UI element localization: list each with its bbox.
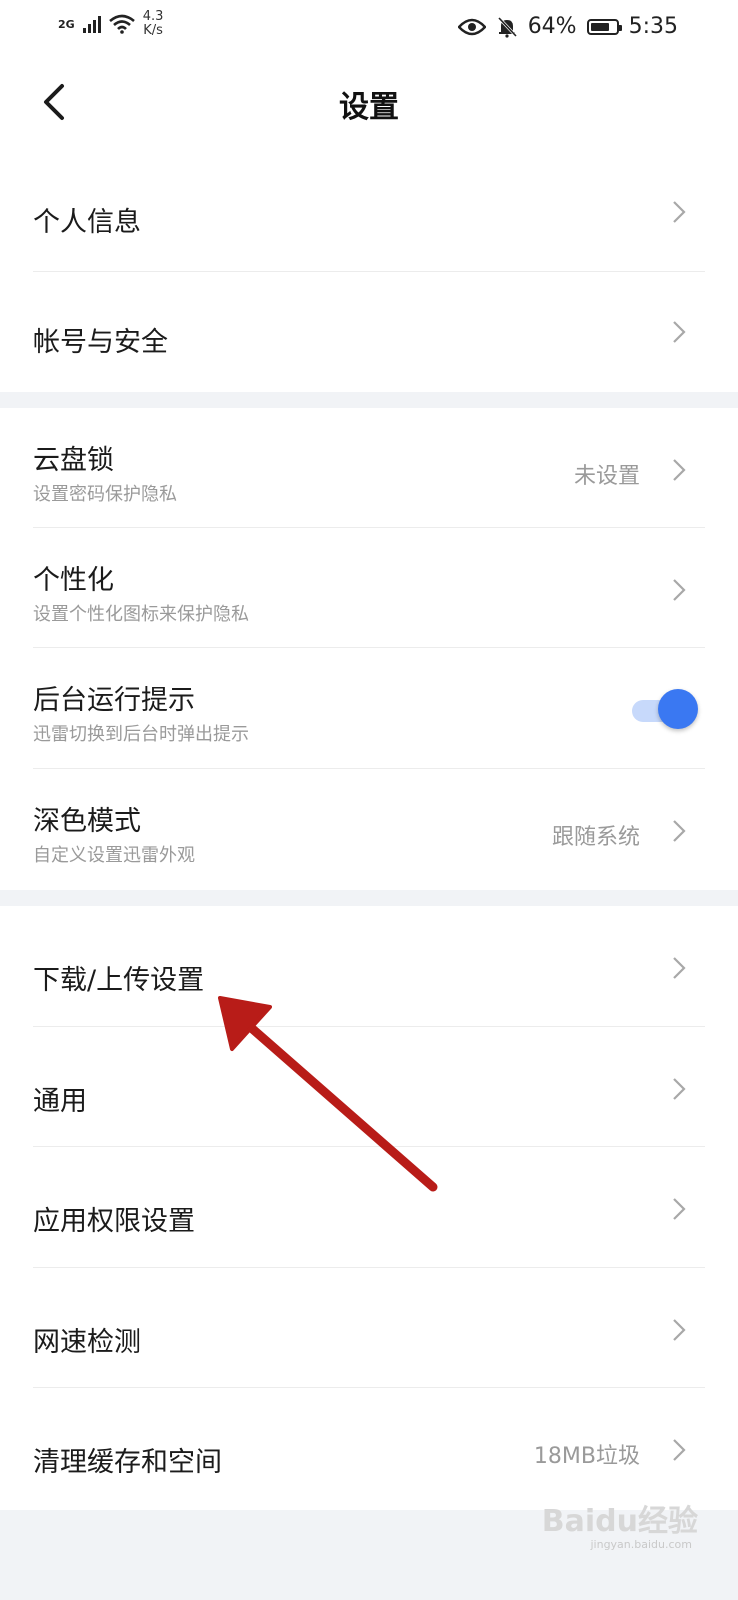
network-speed: 4.3 K/s [143,10,164,38]
row-label: 个性化 [33,565,114,596]
chevron-right-icon [673,957,686,979]
chevron-right-icon [673,1078,686,1100]
background-tip-toggle[interactable] [632,689,698,729]
settings-row-account-security[interactable]: 帐号与安全 [0,272,738,392]
row-label: 网速检测 [33,1327,141,1358]
row-subtitle: 设置密码保护隐私 [33,484,177,505]
row-value: 跟随系统 [551,825,640,850]
chevron-right-icon [673,579,686,601]
settings-row-background-tip: 后台运行提示 迅雷切换到后台时弹出提示 [0,648,738,769]
row-value: 未设置 [573,464,640,489]
clock: 5:35 [628,14,678,39]
chevron-right-icon [673,201,686,223]
row-label: 后台运行提示 [33,685,195,716]
settings-group-account: 个人信息 帐号与安全 [0,152,738,392]
speed-value: 4.3 [142,9,164,24]
chevron-right-icon [673,820,686,842]
row-label: 云盘锁 [33,445,114,476]
page-title: 设置 [339,90,399,125]
chevron-right-icon [673,321,686,343]
row-label: 清理缓存和空间 [33,1447,222,1478]
row-subtitle: 迅雷切换到后台时弹出提示 [33,724,249,745]
status-right: 64% 5:35 [457,14,678,39]
toggle-knob [658,689,698,729]
row-label: 深色模式 [33,806,141,837]
settings-group-general: 下载/上传设置 通用 应用权限设置 网速检测 清理缓存和空间 18MB垃圾 [0,906,738,1510]
chevron-right-icon [673,1319,686,1341]
battery-percent: 64% [527,14,577,39]
settings-group-privacy: 云盘锁 设置密码保护隐私 未设置 个性化 设置个性化图标来保护隐私 后台运行提示… [0,408,738,890]
settings-row-dark-mode[interactable]: 深色模式 自定义设置迅雷外观 跟随系统 [0,769,738,890]
status-bar: 2G 4.3 K/s 64% 5:35 [0,0,738,56]
settings-row-profile[interactable]: 个人信息 [0,152,738,272]
status-left: 2G 4.3 K/s [58,10,163,38]
row-subtitle: 自定义设置迅雷外观 [33,845,195,866]
chevron-right-icon [673,459,686,481]
eye-icon [457,18,486,35]
wifi-icon [108,14,135,34]
chevron-right-icon [673,1439,686,1461]
speed-unit: K/s [143,23,163,38]
baidu-watermark-url: jingyan.baidu.com [590,1538,692,1551]
row-label: 下载/上传设置 [33,965,205,996]
bell-muted-icon [497,16,517,38]
settings-row-clear-cache[interactable]: 清理缓存和空间 18MB垃圾 [0,1388,738,1510]
baidu-watermark: Baidu经验 [541,1504,698,1539]
row-label: 个人信息 [33,207,141,238]
row-label: 应用权限设置 [33,1206,195,1237]
settings-row-speed-test[interactable]: 网速检测 [0,1268,738,1388]
settings-row-download-upload[interactable]: 下载/上传设置 [0,906,738,1027]
row-label: 帐号与安全 [33,327,168,358]
signal-icon [82,15,101,33]
battery-icon [586,18,622,35]
settings-row-general[interactable]: 通用 [0,1027,738,1147]
settings-row-cloud-lock[interactable]: 云盘锁 设置密码保护隐私 未设置 [0,408,738,528]
network-type: 2G [58,17,75,31]
navigation-bar: 设置 [0,56,738,152]
settings-row-personalization[interactable]: 个性化 设置个性化图标来保护隐私 [0,528,738,648]
row-subtitle: 设置个性化图标来保护隐私 [33,604,249,625]
row-label: 通用 [33,1086,87,1117]
settings-row-app-permissions[interactable]: 应用权限设置 [0,1147,738,1268]
chevron-right-icon [673,1198,686,1220]
row-value: 18MB垃圾 [533,1444,640,1469]
